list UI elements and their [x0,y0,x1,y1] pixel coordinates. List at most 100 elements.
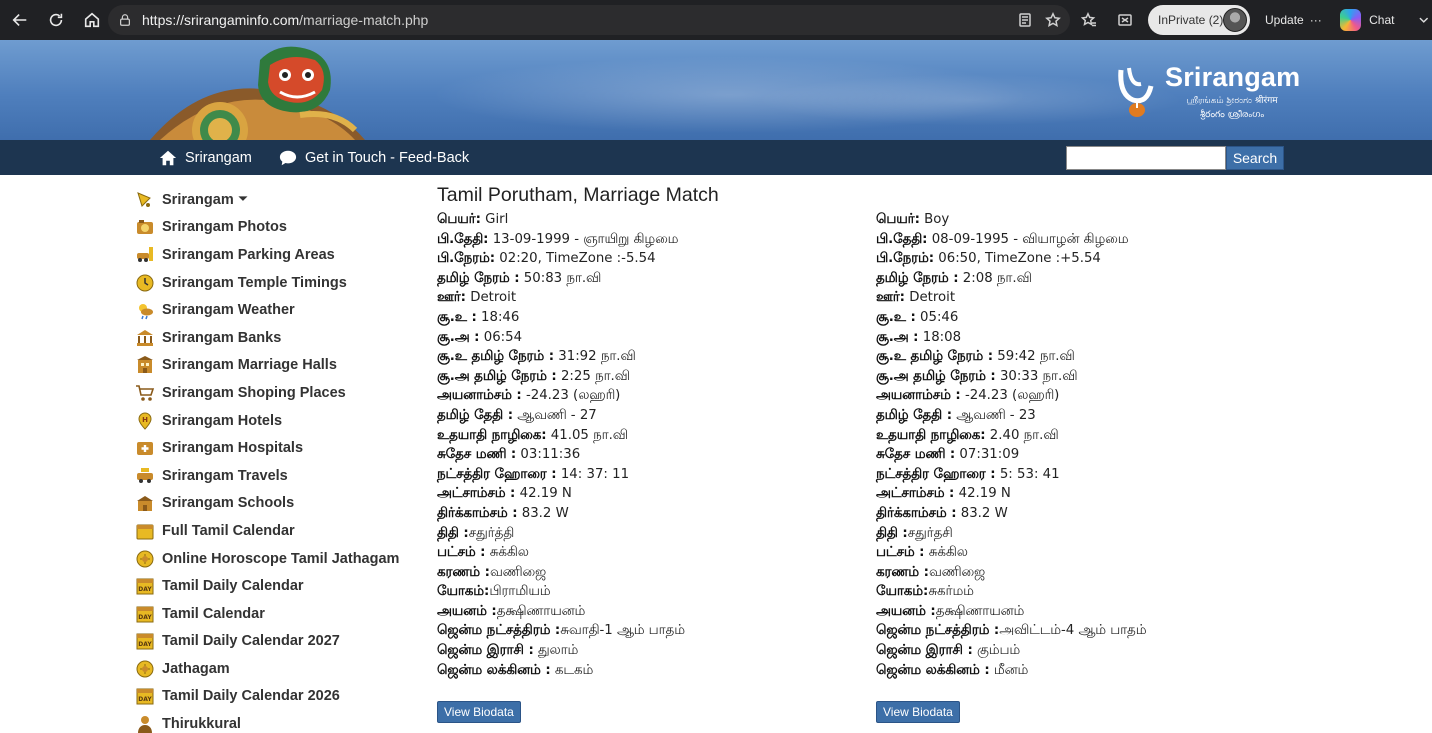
detail-label: ஜென்ம இராசி : [437,643,534,659]
detail-row: சூ.உ தமிழ் நேரம் : 31:92 நா.வி [437,347,867,367]
detail-value: 41.05 நா.வி [546,427,628,443]
detail-value: ஆவணி - 27 [513,407,597,423]
detail-row: திர்க்காம்சம் : 83.2 W [437,504,867,524]
copilot-chat-button[interactable]: Chat [1340,6,1430,34]
detail-label: சூ.அ தமிழ் நேரம் : [437,368,557,384]
nav-contact-link[interactable]: Get in Touch - Feed-Back [279,140,469,175]
detail-label: சுதேச மணி : [876,447,956,463]
detail-row: ஜென்ம இராசி : கும்பம் [876,641,1306,661]
refresh-button[interactable] [40,4,72,36]
detail-row: சுதேச மணி : 03:11:36 [437,445,867,465]
detail-label: சூ.உ தமிழ் நேரம் : [876,349,994,365]
detail-value: சுவாதி-1 ஆம் பாதம் [560,623,685,639]
reader-view-button[interactable] [1014,9,1036,31]
detail-value: அவிட்டம்-4 ஆம் பாதம் [999,623,1147,639]
back-button[interactable] [4,4,36,36]
detail-value: -24.23 (லஹரி) [521,388,621,404]
detail-value: Boy [919,212,950,227]
sidebar-item-label: Srirangam Schools [162,495,295,512]
sidebar-item[interactable]: Thirukkural [135,710,425,733]
detail-value: Girl [480,212,509,227]
hotel-icon: H [135,411,155,431]
sidebar-item[interactable]: Jathagam [135,655,425,683]
detail-value: 2:25 நா.வி [556,368,630,384]
home-icon [84,12,100,28]
detail-label: கரணம் : [876,564,929,580]
detail-row: ஊர்: Detroit [437,288,867,308]
extensions-button[interactable] [1114,9,1136,31]
favorites-button[interactable] [1078,9,1100,31]
favorites-star-icon [1081,12,1096,27]
favorite-button[interactable] [1042,9,1064,31]
detail-value: 18:46 [476,309,520,325]
sidebar-item[interactable]: DAY Tamil Daily Calendar [135,572,425,600]
sidebar-item[interactable]: Srirangam Banks [135,324,425,352]
sidebar-item[interactable]: Srirangam Photos [135,214,425,242]
site-search-input[interactable] [1066,146,1226,170]
home-icon [159,150,177,165]
update-label: Update [1265,13,1304,27]
boy-details: பெயர்: Boy பி.தேதி: 08-09-1995 - வியாழன் … [876,210,1306,680]
sidebar-item[interactable]: DAY Tamil Calendar [135,600,425,628]
detail-label: பி.தேதி: [437,231,489,247]
detail-value: 31:92 நா.வி [554,349,636,365]
sidebar-item[interactable]: Srirangam Travels [135,462,425,490]
search-button[interactable]: Search [1226,146,1284,170]
sidebar-item[interactable]: Srirangam ⏷ [135,186,425,214]
day-calendar-icon: DAY [135,576,155,596]
sidebar-item[interactable]: Srirangam Hospitals [135,434,425,462]
home-button[interactable] [76,4,108,36]
sidebar-item[interactable]: Srirangam Parking Areas [135,241,425,269]
sidebar-item-label: Srirangam Banks [162,329,282,346]
detail-row: ஜென்ம நட்சத்திரம் :அவிட்டம்-4 ஆம் பாதம் [876,621,1306,641]
sidebar-item[interactable]: Srirangam Shoping Places [135,379,425,407]
boy-view-biodata-button[interactable]: View Biodata [876,701,960,723]
nav-home-link[interactable]: Srirangam [159,140,252,175]
copilot-icon [1340,9,1362,31]
detail-label: உதயாதி நாழிகை: [437,427,547,443]
sidebar-item-label: Srirangam Marriage Halls [162,357,337,374]
sidebar-item[interactable]: Full Tamil Calendar [135,517,425,545]
sidebar-item[interactable]: Srirangam Temple Timings [135,269,425,297]
girl-view-biodata-button[interactable]: View Biodata [437,701,521,723]
sidebar-item[interactable]: H Srirangam Hotels [135,407,425,435]
detail-value: 18:08 [918,329,962,345]
sidebar-item[interactable]: Srirangam Schools [135,490,425,518]
star-icon [1045,12,1061,27]
sidebar-item[interactable]: DAY Tamil Daily Calendar 2026 [135,683,425,711]
inprivate-badge[interactable]: InPrivate (2) [1148,5,1250,35]
sidebar-item-label: Tamil Daily Calendar 2026 [162,688,340,705]
address-bar[interactable]: https://srirangaminfo.com/marriage-match… [108,5,1070,35]
detail-label: ஜென்ம நட்சத்திரம் : [437,623,561,639]
detail-label: தமிழ் நேரம் : [876,270,959,286]
detail-value: 06:54 [479,329,523,345]
bank-icon [135,328,155,348]
chevron-down-icon [1419,17,1429,23]
detail-row: பெயர்: Boy [876,210,1306,230]
sidebar-item[interactable]: Srirangam Weather [135,296,425,324]
detail-row: திதி :சதுர்த்தி [437,524,867,544]
update-button[interactable]: Update ··· [1258,6,1330,34]
detail-row: பி.நேரம்: 06:50, TimeZone :+5.54 [876,249,1306,269]
sidebar-item[interactable]: Online Horoscope Tamil Jathagam [135,545,425,573]
detail-row: அயனம் :தக்ஷிணாயனம் [437,602,867,622]
sidebar-item[interactable]: DAY Tamil Daily Calendar 2027 [135,628,425,656]
detail-row: நட்சத்திர ஹோரை : 5: 53: 41 [876,465,1306,485]
detail-row: சூ.அ தமிழ் நேரம் : 2:25 நா.வி [437,367,867,387]
detail-label: தமிழ் தேதி : [876,407,953,423]
svg-text:DAY: DAY [138,696,152,703]
srirangam-logo[interactable]: Srirangam ஶ்ரீரங்கம் ಶ್ರೀರಂಗಂ श्रीरंगम శ… [1113,62,1300,132]
nav-contact-label: Get in Touch - Feed-Back [305,149,470,166]
detail-row: சூ.உ : 18:46 [437,308,867,328]
svg-text:DAY: DAY [138,586,152,593]
url-path: /marriage-match.php [299,12,429,28]
detail-label: திதி : [876,525,908,541]
detail-label: பி.தேதி: [876,231,928,247]
sidebar-item-label: Tamil Daily Calendar [162,578,304,595]
detail-row: சூ.உ தமிழ் நேரம் : 59:42 நா.வி [876,347,1306,367]
sidebar-item-label: Srirangam Temple Timings [162,274,347,291]
inprivate-label: InPrivate (2) [1158,13,1224,27]
sidebar-item[interactable]: Srirangam Marriage Halls [135,352,425,380]
detail-row: சூ.அ தமிழ் நேரம் : 30:33 நா.வி [876,367,1306,387]
temple-gopuram-image [150,46,365,140]
